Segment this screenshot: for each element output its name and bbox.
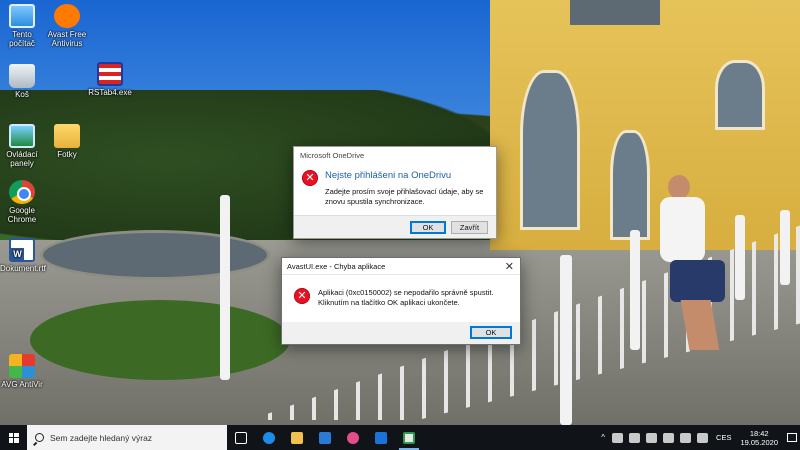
- computer-icon: [9, 4, 35, 28]
- avast-tray-icon[interactable]: [646, 432, 658, 443]
- network-icon[interactable]: [663, 432, 675, 443]
- dialog-footer: OK Zavřít: [294, 215, 496, 238]
- wallpaper-post: [735, 215, 745, 300]
- ok-button[interactable]: OK: [470, 326, 512, 339]
- taskbar-app-window[interactable]: [395, 425, 423, 450]
- taskbar-app-explorer[interactable]: [283, 425, 311, 450]
- error-icon: ✕: [294, 288, 310, 304]
- search-placeholder: Sem zadejte hledaný výraz: [50, 432, 153, 443]
- wallpaper-fountain: [40, 230, 270, 280]
- wallpaper-post: [220, 195, 230, 380]
- windows-logo-icon: [8, 432, 19, 443]
- desktop-icon-photos[interactable]: Fotky: [45, 124, 89, 159]
- colonnade-window: [715, 60, 765, 130]
- store-icon: [319, 431, 331, 444]
- notification-icon: [787, 433, 797, 442]
- wallpaper-post: [630, 230, 640, 350]
- desktop-icon-label: Tento počítač: [9, 30, 35, 48]
- rstab-icon: [97, 62, 123, 86]
- desktop-icon-avg[interactable]: AVG AntiVir: [0, 354, 44, 389]
- taskbar: Sem zadejte hledaný výraz ^ CES 18:42 19…: [0, 425, 800, 450]
- control-panel-icon: [9, 124, 35, 148]
- groove-music-icon: [347, 431, 359, 444]
- wallpaper-person: [660, 175, 730, 355]
- dialog-body: ✕ Nejste přihlášeni na OneDrivu Zadejte …: [294, 164, 496, 215]
- task-view-icon: [235, 431, 247, 444]
- ok-button[interactable]: OK: [410, 221, 446, 234]
- avast-error-dialog: AvastUI.exe - Chyba aplikace ✕ ✕ Aplikac…: [281, 257, 521, 345]
- taskbar-app-store[interactable]: [311, 425, 339, 450]
- dialog-body: ✕ Aplikaci (0xc0150002) se nepodařilo sp…: [282, 275, 520, 322]
- desktop-icon-this-pc[interactable]: Tento počítač: [0, 4, 44, 48]
- desktop-icon-label: Avast Free Antivirus: [47, 30, 87, 48]
- close-icon[interactable]: ✕: [505, 260, 514, 273]
- colonnade-window: [610, 130, 650, 240]
- desktop-icon-control-panel[interactable]: Ovládací panely: [0, 124, 44, 168]
- desktop-icon-label: AVG AntiVir: [1, 380, 43, 389]
- input-language[interactable]: CES: [716, 433, 731, 442]
- dialog-headline: Nejste přihlášeni na OneDrivu: [325, 170, 452, 181]
- desktop-icon-chrome[interactable]: Google Chrome: [0, 180, 44, 224]
- wallpaper-hedge: [30, 300, 290, 380]
- taskbar-search-box[interactable]: Sem zadejte hledaný výraz: [27, 425, 227, 450]
- clock-time: 18:42: [749, 428, 769, 438]
- close-button[interactable]: Zavřít: [451, 221, 488, 234]
- system-tray: ^ CES 18:42 19.05.2020: [597, 425, 800, 450]
- mail-icon: [375, 431, 387, 444]
- battery-icon[interactable]: [680, 432, 692, 443]
- edge-icon: [263, 431, 275, 444]
- dialog-footer: OK: [282, 322, 520, 344]
- taskbar-app-music[interactable]: [339, 425, 367, 450]
- clock-date: 19.05.2020: [740, 437, 778, 447]
- dialog-titlebar: AvastUI.exe - Chyba aplikace ✕: [282, 258, 520, 275]
- folder-icon: [54, 124, 80, 148]
- wallpaper-post: [560, 255, 572, 425]
- taskbar-app-mail[interactable]: [367, 425, 395, 450]
- dialog-title: Microsoft OneDrive: [300, 151, 365, 160]
- search-icon: [35, 433, 44, 442]
- start-button[interactable]: [0, 425, 27, 450]
- desktop-icon-label: RSTab4.exe: [88, 88, 132, 97]
- desktop-icon-label: Koš: [15, 90, 29, 99]
- volume-icon[interactable]: [697, 432, 709, 443]
- wallpaper-post: [780, 210, 790, 285]
- avast-icon: [54, 4, 80, 28]
- bluetooth-tray-icon[interactable]: [629, 432, 641, 443]
- desktop-icon-recycle-bin[interactable]: Koš: [0, 64, 44, 99]
- app-window-icon: [403, 431, 415, 444]
- dialog-message: Aplikaci (0xc0150002) se nepodařilo sprá…: [318, 288, 494, 307]
- dialog-title: AvastUI.exe - Chyba aplikace: [287, 262, 386, 271]
- desktop-icon-avast[interactable]: Avast Free Antivirus: [45, 4, 89, 48]
- error-icon: ✕: [302, 170, 318, 186]
- dialog-message: Zadejte prosím svoje přihlašovací údaje,…: [325, 187, 484, 206]
- desktop-icon-label: Google Chrome: [7, 206, 37, 224]
- file-explorer-icon: [291, 431, 303, 444]
- onedrive-dialog: Microsoft OneDrive ✕ Nejste přihlášeni n…: [293, 146, 497, 239]
- desktop-icon-document[interactable]: Dokument.rtf: [0, 238, 46, 273]
- taskbar-app-edge[interactable]: [255, 425, 283, 450]
- colonnade-window: [520, 70, 580, 230]
- desktop-icon-rstab[interactable]: RSTab4.exe: [88, 62, 132, 97]
- show-hidden-icons-button[interactable]: ^: [601, 433, 605, 442]
- desktop-icon-label: Dokument.rtf: [0, 264, 46, 273]
- word-document-icon: [9, 238, 35, 262]
- desktop-icon-label: Ovládací panely: [6, 150, 38, 168]
- chrome-icon: [9, 180, 35, 204]
- desktop-icon-label: Fotky: [57, 150, 77, 159]
- onedrive-tray-icon[interactable]: [612, 432, 624, 443]
- recycle-bin-icon: [9, 64, 35, 88]
- avg-icon: [9, 354, 35, 378]
- wallpaper-colonnade: [490, 0, 800, 250]
- task-view-button[interactable]: [227, 425, 255, 450]
- taskbar-clock[interactable]: 18:42 19.05.2020: [740, 429, 778, 447]
- action-center-button[interactable]: [784, 425, 800, 450]
- wallpaper-roof: [570, 0, 660, 25]
